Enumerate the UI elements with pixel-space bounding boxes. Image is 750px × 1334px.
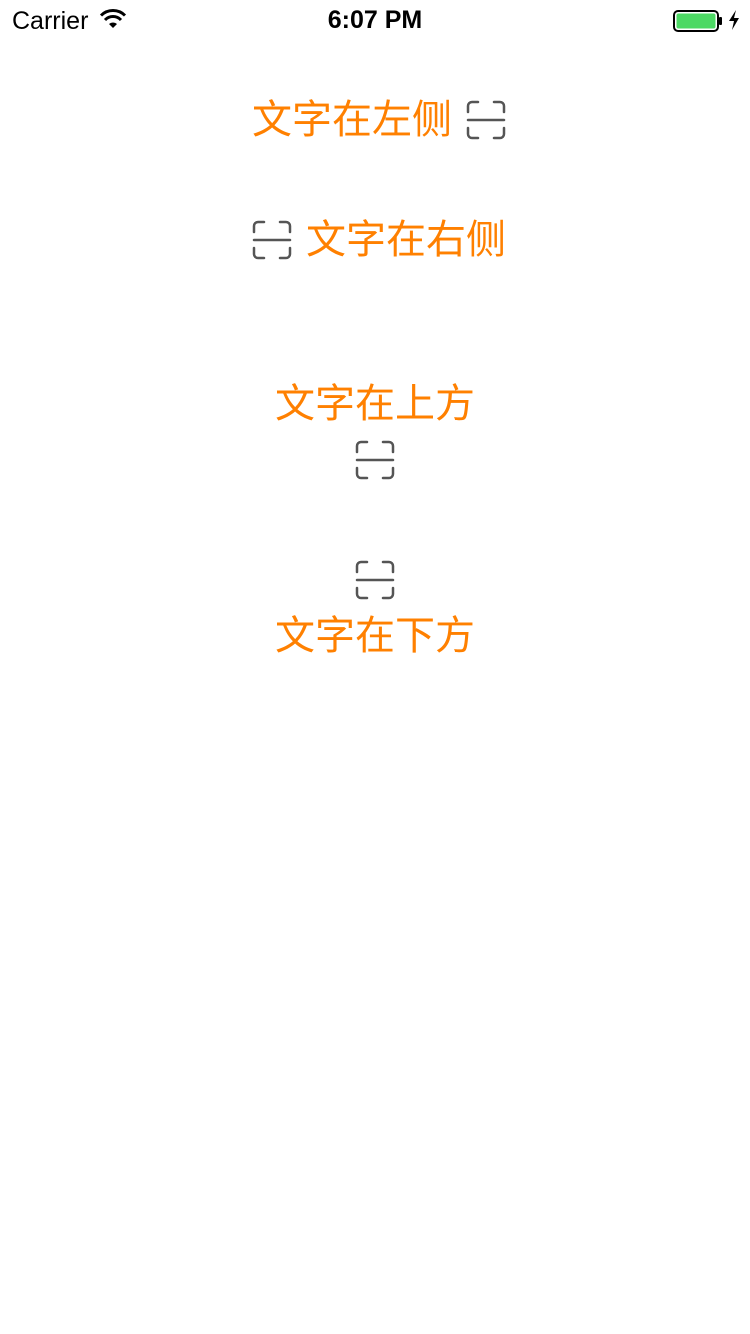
text-right-button[interactable]: 文字在右侧: [252, 216, 506, 264]
status-bar: Carrier 6:07 PM: [0, 0, 750, 40]
text-bottom-label: 文字在下方: [275, 613, 475, 659]
scan-icon: [466, 100, 506, 140]
text-left-label: 文字在左侧: [252, 97, 452, 143]
scan-icon: [355, 560, 395, 600]
battery-icon: [673, 10, 722, 32]
charging-bolt-icon: [729, 10, 739, 30]
text-right-label: 文字在右侧: [306, 217, 506, 263]
text-top-label: 文字在上方: [275, 381, 475, 427]
status-time: 6:07 PM: [327, 6, 423, 34]
text-top-button[interactable]: 文字在上方: [275, 380, 475, 480]
text-bottom-button[interactable]: 文字在下方: [275, 560, 475, 660]
text-left-button[interactable]: 文字在左侧: [252, 96, 506, 144]
scan-icon: [252, 220, 292, 260]
scan-icon: [355, 440, 395, 480]
